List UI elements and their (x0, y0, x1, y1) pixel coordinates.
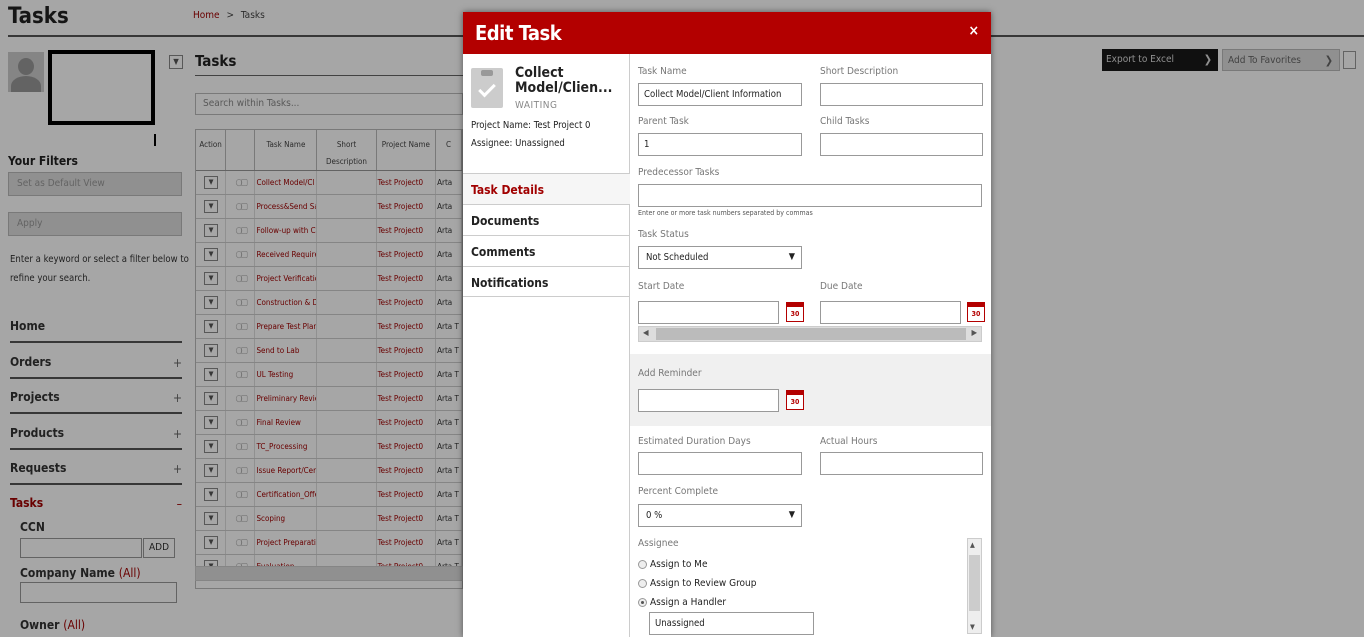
task-status-value: Not Scheduled (646, 252, 709, 263)
calendar-icon[interactable]: 30 (786, 302, 804, 322)
estimated-duration-label: Estimated Duration Days (638, 436, 751, 447)
task-status-select[interactable]: Not Scheduled ▼ (638, 246, 802, 269)
estimated-duration-input[interactable] (638, 452, 802, 475)
modal-header: Edit Task × (463, 12, 991, 54)
tab-task-details[interactable]: Task Details (463, 173, 630, 204)
scroll-thumb[interactable] (656, 328, 966, 340)
scroll-thumb[interactable] (969, 555, 980, 611)
project-name-meta: Project Name: Test Project 0 (471, 120, 590, 131)
tab-documents[interactable]: Documents (463, 204, 630, 235)
scroll-up-icon[interactable]: ▲ (970, 541, 975, 549)
add-reminder-label: Add Reminder (638, 368, 702, 379)
due-date-input[interactable] (820, 301, 961, 324)
assignee-meta: Assignee: Unassigned (471, 138, 565, 149)
assign-to-me-option[interactable]: Assign to Me (638, 559, 708, 570)
task-name-heading: Collect Model/Clien... (515, 65, 613, 96)
radio-label: Assign a Handler (650, 597, 727, 608)
edit-task-modal: Edit Task × Collect Model/Clien... WAITI… (463, 12, 991, 637)
child-tasks-label: Child Tasks (820, 116, 870, 127)
dropdown-arrow-icon: ▼ (788, 252, 795, 262)
child-tasks-input[interactable] (820, 133, 983, 156)
radio-button[interactable] (638, 578, 647, 588)
tab-notifications[interactable]: Notifications (463, 266, 630, 297)
tab-comments[interactable]: Comments (463, 235, 630, 266)
radio-label: Assign to Me (650, 559, 708, 570)
percent-complete-select[interactable]: 0 % ▼ (638, 504, 802, 527)
start-date-label: Start Date (638, 281, 685, 292)
percent-complete-value: 0 % (646, 510, 663, 521)
scroll-down-icon[interactable]: ▼ (970, 623, 975, 631)
predecessor-hint: Enter one or more task numbers separated… (638, 209, 813, 217)
assignee-field-label: Assignee (638, 538, 679, 549)
scroll-right-icon[interactable]: ▶ (971, 328, 977, 337)
task-name-label: Task Name (638, 66, 687, 77)
due-date-label: Due Date (820, 281, 863, 292)
project-name-label: Project Name: (471, 120, 532, 131)
reminder-input[interactable] (638, 389, 779, 412)
task-name-input[interactable]: Collect Model/Client Information (638, 83, 802, 106)
calendar-icon[interactable]: 30 (786, 390, 804, 410)
predecessor-tasks-label: Predecessor Tasks (638, 167, 720, 178)
predecessor-tasks-input[interactable] (638, 184, 982, 207)
project-name-value: Test Project 0 (533, 120, 591, 131)
assign-to-review-group-option[interactable]: Assign to Review Group (638, 578, 756, 589)
handler-input[interactable]: Unassigned (649, 612, 814, 635)
dropdown-arrow-icon: ▼ (788, 510, 795, 520)
close-icon[interactable]: × (968, 23, 979, 39)
clipboard-check-icon (471, 68, 503, 108)
scroll-left-icon[interactable]: ◀ (643, 328, 649, 337)
date-horizontal-scrollbar[interactable]: ◀ ▶ (638, 326, 982, 342)
radio-button[interactable] (638, 559, 647, 569)
start-date-input[interactable] (638, 301, 779, 324)
short-description-label: Short Description (820, 66, 899, 77)
parent-task-label: Parent Task (638, 116, 689, 127)
assignee-value: Unassigned (515, 138, 565, 149)
reminder-section: Add Reminder 30 (630, 354, 991, 426)
percent-complete-label: Percent Complete (638, 486, 719, 497)
modal-title: Edit Task (475, 21, 562, 45)
radio-button-selected[interactable] (638, 597, 647, 607)
parent-task-input[interactable]: 1 (638, 133, 802, 156)
modal-left-pane: Collect Model/Clien... WAITING Project N… (463, 54, 630, 637)
assignee-label: Assignee: (471, 138, 513, 149)
radio-label: Assign to Review Group (650, 578, 757, 589)
task-status-label: Task Status (638, 229, 689, 240)
form-vertical-scrollbar[interactable]: ▲ ▼ (967, 538, 982, 634)
task-details-form: Task Name Collect Model/Client Informati… (630, 54, 991, 637)
task-status-text: WAITING (515, 100, 558, 111)
calendar-icon[interactable]: 30 (967, 302, 985, 322)
short-description-input[interactable] (820, 83, 983, 106)
actual-hours-label: Actual Hours (820, 436, 878, 447)
assign-a-handler-option[interactable]: Assign a Handler (638, 597, 726, 608)
actual-hours-input[interactable] (820, 452, 983, 475)
